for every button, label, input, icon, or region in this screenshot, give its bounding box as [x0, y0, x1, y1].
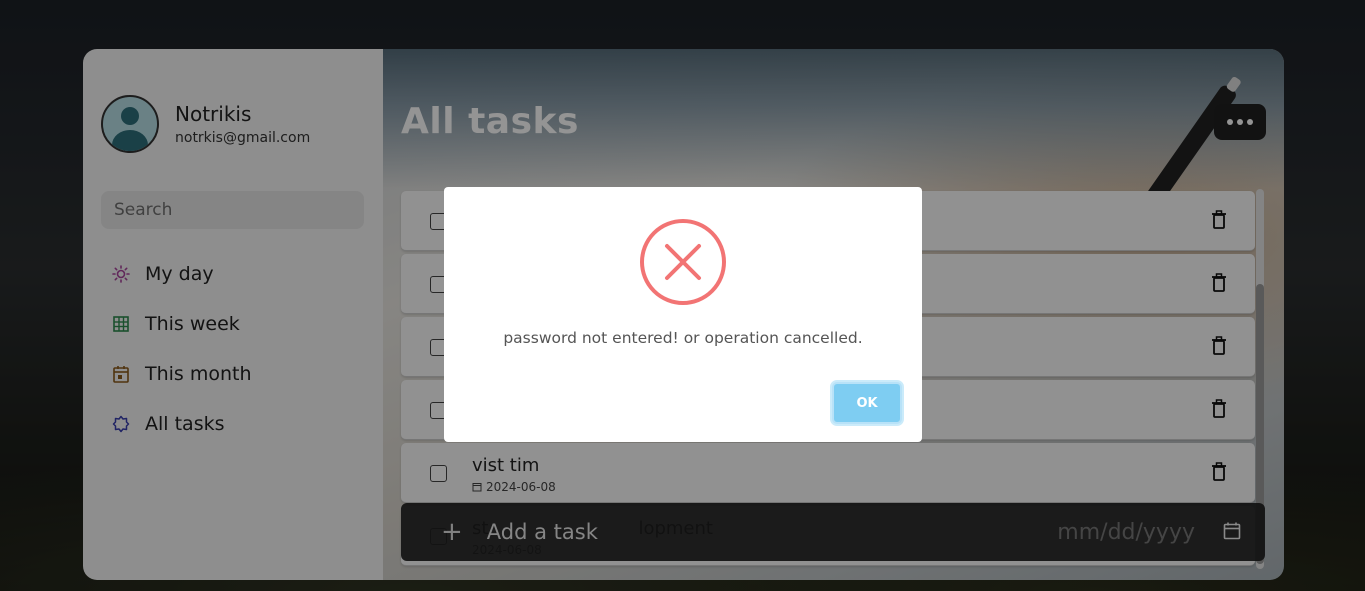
ok-button[interactable]: OK	[832, 382, 902, 424]
error-x-icon	[640, 219, 726, 305]
dialog-message: password not entered! or operation cance…	[503, 329, 863, 347]
error-dialog: password not entered! or operation cance…	[444, 187, 922, 442]
